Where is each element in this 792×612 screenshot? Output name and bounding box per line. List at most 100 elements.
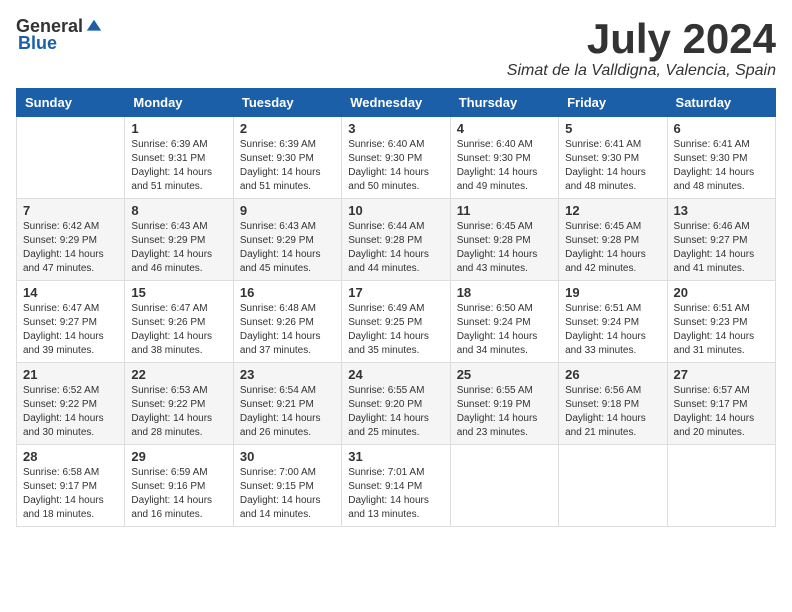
day-info: Sunrise: 6:51 AM Sunset: 9:23 PM Dayligh… [674, 302, 769, 358]
day-number: 8 [131, 203, 226, 218]
day-info: Sunrise: 6:48 AM Sunset: 9:26 PM Dayligh… [240, 302, 335, 358]
calendar-cell: 9 Sunrise: 6:43 AM Sunset: 9:29 PM Daylig… [233, 199, 341, 281]
calendar-cell [450, 445, 558, 527]
day-info: Sunrise: 6:58 AM Sunset: 9:17 PM Dayligh… [23, 466, 118, 522]
day-info: Sunrise: 6:40 AM Sunset: 9:30 PM Dayligh… [348, 138, 443, 194]
day-info: Sunrise: 6:43 AM Sunset: 9:29 PM Dayligh… [240, 220, 335, 276]
calendar-cell: 8 Sunrise: 6:43 AM Sunset: 9:29 PM Daylig… [125, 199, 233, 281]
calendar-cell: 28 Sunrise: 6:58 AM Sunset: 9:17 PM Dayli… [17, 445, 125, 527]
day-number: 25 [457, 367, 552, 382]
day-info: Sunrise: 6:47 AM Sunset: 9:27 PM Dayligh… [23, 302, 118, 358]
day-number: 27 [674, 367, 769, 382]
calendar-cell: 29Sunrise: 6:59 AM Sunset: 9:16 PM Dayli… [125, 445, 233, 527]
day-number: 1 [131, 121, 226, 136]
day-number: 31 [348, 449, 443, 464]
day-number: 22 [131, 367, 226, 382]
calendar-cell [667, 445, 775, 527]
day-info: Sunrise: 7:01 AM Sunset: 9:14 PM Dayligh… [348, 466, 443, 522]
header: General Blue July 2024 Simat de la Valld… [16, 16, 776, 80]
calendar-week-row: 1 Sunrise: 6:39 AM Sunset: 9:31 PM Daylig… [17, 117, 776, 199]
calendar-cell: 16 Sunrise: 6:48 AM Sunset: 9:26 PM Dayli… [233, 281, 341, 363]
day-number: 28 [23, 449, 118, 464]
calendar-header-thursday: Thursday [450, 89, 558, 117]
day-number: 30 [240, 449, 335, 464]
day-info: Sunrise: 6:39 AM Sunset: 9:31 PM Dayligh… [131, 138, 226, 194]
day-info: Sunrise: 6:54 AM Sunset: 9:21 PM Dayligh… [240, 384, 335, 440]
calendar-cell [17, 117, 125, 199]
day-info: Sunrise: 6:55 AM Sunset: 9:19 PM Dayligh… [457, 384, 552, 440]
calendar-cell: 24 Sunrise: 6:55 AM Sunset: 9:20 PM Dayli… [342, 363, 450, 445]
day-number: 2 [240, 121, 335, 136]
day-number: 17 [348, 285, 443, 300]
calendar: SundayMondayTuesdayWednesdayThursdayFrid… [16, 88, 776, 527]
calendar-cell: 11 Sunrise: 6:45 AM Sunset: 9:28 PM Dayli… [450, 199, 558, 281]
calendar-cell: 6 Sunrise: 6:41 AM Sunset: 9:30 PM Daylig… [667, 117, 775, 199]
day-info: Sunrise: 6:56 AM Sunset: 9:18 PM Dayligh… [565, 384, 660, 440]
title-area: July 2024 Simat de la Valldigna, Valenci… [507, 16, 776, 80]
day-number: 9 [240, 203, 335, 218]
day-info: Sunrise: 6:39 AM Sunset: 9:30 PM Dayligh… [240, 138, 335, 194]
day-number: 5 [565, 121, 660, 136]
day-info: Sunrise: 6:42 AM Sunset: 9:29 PM Dayligh… [23, 220, 118, 276]
calendar-cell: 5Sunrise: 6:41 AM Sunset: 9:30 PM Daylig… [559, 117, 667, 199]
calendar-cell: 12 Sunrise: 6:45 AM Sunset: 9:28 PM Dayli… [559, 199, 667, 281]
calendar-cell: 4Sunrise: 6:40 AM Sunset: 9:30 PM Daylig… [450, 117, 558, 199]
calendar-cell: 18Sunrise: 6:50 AM Sunset: 9:24 PM Dayli… [450, 281, 558, 363]
day-info: Sunrise: 6:59 AM Sunset: 9:16 PM Dayligh… [131, 466, 226, 522]
calendar-header-wednesday: Wednesday [342, 89, 450, 117]
day-info: Sunrise: 6:47 AM Sunset: 9:26 PM Dayligh… [131, 302, 226, 358]
logo-icon [85, 18, 103, 36]
day-info: Sunrise: 6:45 AM Sunset: 9:28 PM Dayligh… [565, 220, 660, 276]
calendar-week-row: 7 Sunrise: 6:42 AM Sunset: 9:29 PM Daylig… [17, 199, 776, 281]
calendar-week-row: 14 Sunrise: 6:47 AM Sunset: 9:27 PM Dayli… [17, 281, 776, 363]
calendar-cell [559, 445, 667, 527]
calendar-cell: 2 Sunrise: 6:39 AM Sunset: 9:30 PM Daylig… [233, 117, 341, 199]
day-number: 7 [23, 203, 118, 218]
day-number: 12 [565, 203, 660, 218]
day-number: 15 [131, 285, 226, 300]
day-number: 21 [23, 367, 118, 382]
day-number: 16 [240, 285, 335, 300]
day-info: Sunrise: 6:41 AM Sunset: 9:30 PM Dayligh… [674, 138, 769, 194]
day-number: 14 [23, 285, 118, 300]
calendar-cell: 25 Sunrise: 6:55 AM Sunset: 9:19 PM Dayli… [450, 363, 558, 445]
calendar-cell: 26 Sunrise: 6:56 AM Sunset: 9:18 PM Dayli… [559, 363, 667, 445]
calendar-header-tuesday: Tuesday [233, 89, 341, 117]
logo-blue-text: Blue [18, 33, 57, 54]
month-title: July 2024 [507, 16, 776, 62]
calendar-cell: 19Sunrise: 6:51 AM Sunset: 9:24 PM Dayli… [559, 281, 667, 363]
calendar-cell: 31 Sunrise: 7:01 AM Sunset: 9:14 PM Dayli… [342, 445, 450, 527]
calendar-header-row: SundayMondayTuesdayWednesdayThursdayFrid… [17, 89, 776, 117]
calendar-header-monday: Monday [125, 89, 233, 117]
day-number: 6 [674, 121, 769, 136]
calendar-header-saturday: Saturday [667, 89, 775, 117]
day-info: Sunrise: 6:43 AM Sunset: 9:29 PM Dayligh… [131, 220, 226, 276]
calendar-cell: 14 Sunrise: 6:47 AM Sunset: 9:27 PM Dayli… [17, 281, 125, 363]
day-info: Sunrise: 6:46 AM Sunset: 9:27 PM Dayligh… [674, 220, 769, 276]
day-number: 26 [565, 367, 660, 382]
calendar-cell: 7 Sunrise: 6:42 AM Sunset: 9:29 PM Daylig… [17, 199, 125, 281]
day-info: Sunrise: 6:44 AM Sunset: 9:28 PM Dayligh… [348, 220, 443, 276]
calendar-week-row: 28 Sunrise: 6:58 AM Sunset: 9:17 PM Dayli… [17, 445, 776, 527]
calendar-header-friday: Friday [559, 89, 667, 117]
day-info: Sunrise: 6:55 AM Sunset: 9:20 PM Dayligh… [348, 384, 443, 440]
day-info: Sunrise: 6:51 AM Sunset: 9:24 PM Dayligh… [565, 302, 660, 358]
calendar-cell: 20 Sunrise: 6:51 AM Sunset: 9:23 PM Dayli… [667, 281, 775, 363]
calendar-cell: 22Sunrise: 6:53 AM Sunset: 9:22 PM Dayli… [125, 363, 233, 445]
calendar-cell: 1 Sunrise: 6:39 AM Sunset: 9:31 PM Daylig… [125, 117, 233, 199]
day-info: Sunrise: 6:52 AM Sunset: 9:22 PM Dayligh… [23, 384, 118, 440]
day-number: 20 [674, 285, 769, 300]
day-info: Sunrise: 6:49 AM Sunset: 9:25 PM Dayligh… [348, 302, 443, 358]
location-title: Simat de la Valldigna, Valencia, Spain [507, 62, 776, 80]
calendar-cell: 17 Sunrise: 6:49 AM Sunset: 9:25 PM Dayli… [342, 281, 450, 363]
calendar-week-row: 21 Sunrise: 6:52 AM Sunset: 9:22 PM Dayli… [17, 363, 776, 445]
day-info: Sunrise: 6:40 AM Sunset: 9:30 PM Dayligh… [457, 138, 552, 194]
calendar-cell: 21 Sunrise: 6:52 AM Sunset: 9:22 PM Dayli… [17, 363, 125, 445]
calendar-cell: 3Sunrise: 6:40 AM Sunset: 9:30 PM Daylig… [342, 117, 450, 199]
calendar-cell: 13 Sunrise: 6:46 AM Sunset: 9:27 PM Dayli… [667, 199, 775, 281]
day-number: 11 [457, 203, 552, 218]
day-info: Sunrise: 6:45 AM Sunset: 9:28 PM Dayligh… [457, 220, 552, 276]
day-number: 13 [674, 203, 769, 218]
day-number: 24 [348, 367, 443, 382]
day-info: Sunrise: 6:50 AM Sunset: 9:24 PM Dayligh… [457, 302, 552, 358]
